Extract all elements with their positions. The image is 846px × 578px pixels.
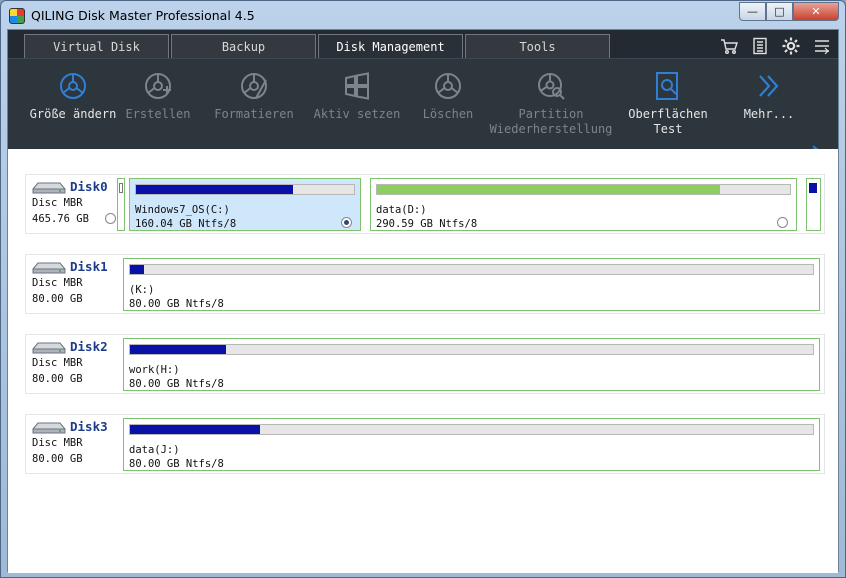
partition-block[interactable]: work(H:) 80.00 GB Ntfs/8 (123, 338, 820, 391)
resize-button[interactable]: Größe ändern (20, 71, 126, 122)
tab-backup[interactable]: Backup (171, 34, 316, 58)
usage-bar (129, 424, 814, 435)
toolbar: Größe ändern Erstellen Formatieren Aktiv… (8, 58, 838, 158)
format-button[interactable]: Formatieren (208, 71, 300, 122)
usage-bar (376, 184, 791, 195)
list-icon[interactable] (750, 36, 770, 56)
app-logo-icon (9, 8, 25, 24)
disk-type: Disc MBR (32, 197, 83, 209)
partition-label: work(H:) (129, 364, 180, 376)
partition-size: 80.00 GB Ntfs/8 (129, 378, 224, 390)
partition-size: 160.04 GB Ntfs/8 (135, 218, 237, 230)
partition-block[interactable]: (K:) 80.00 GB Ntfs/8 (123, 258, 820, 311)
tab-tools[interactable]: Tools (465, 34, 610, 58)
close-button[interactable]: ✕ (793, 2, 839, 21)
disk-type: Disc MBR (32, 277, 83, 289)
usage-bar (129, 264, 814, 275)
disk-capacity: 465.76 GB (32, 213, 89, 225)
windows-active-icon (345, 72, 369, 100)
disk-info[interactable]: Disk0 Disc MBR 465.76 GB (26, 175, 121, 233)
surface-test-button[interactable]: Oberflächen Test (620, 71, 716, 137)
format-icon (241, 73, 267, 99)
disk-select-radio[interactable] (105, 213, 116, 224)
partition-label: Windows7_OS(C:) (135, 204, 230, 216)
disk-map: Disk0 Disc MBR 465.76 GB Windows7_OS(C:) 160… (8, 149, 838, 573)
disk-name: Disk0 (70, 179, 108, 194)
partition-size: 80.00 GB Ntfs/8 (129, 298, 224, 310)
hard-drive-icon (32, 342, 66, 354)
disk-row-disk1[interactable]: Disk1 Disc MBR 80.00 GB (K:) 80.00 GB Ntfs/8 (25, 254, 825, 314)
partition-label: (K:) (129, 284, 155, 296)
window-title: QILING Disk Master Professional 4.5 (31, 8, 255, 23)
maximize-button[interactable]: □ (766, 2, 793, 21)
partition-block[interactable]: data(D:) 290.59 GB Ntfs/8 (370, 178, 797, 231)
cart-icon[interactable] (719, 36, 739, 56)
tab-virtual-disk[interactable]: Virtual Disk (24, 34, 169, 58)
app-window: QILING Disk Master Professional 4.5 — □ … (0, 0, 846, 578)
title-bar[interactable]: QILING Disk Master Professional 4.5 — □ … (1, 1, 845, 31)
hard-drive-icon (32, 422, 66, 434)
partition-recovery-button[interactable]: Partition Wiederherstellung (486, 71, 616, 137)
menu-icon[interactable] (812, 36, 832, 56)
delete-partition-icon (435, 73, 461, 99)
partition-label: data(J:) (129, 444, 180, 456)
create-button[interactable]: Erstellen (120, 71, 196, 122)
disk-capacity: 80.00 GB (32, 293, 83, 305)
usage-bar-fill (136, 185, 293, 194)
resize-icon (60, 73, 86, 99)
hard-drive-icon (32, 262, 66, 274)
small-partition-sliver[interactable] (806, 178, 821, 231)
tab-disk-management[interactable]: Disk Management (318, 34, 463, 59)
disk-info[interactable]: Disk1 Disc MBR 80.00 GB (26, 255, 121, 313)
double-chevron-right-icon (759, 75, 779, 97)
disk-row-disk2[interactable]: Disk2 Disc MBR 80.00 GB work(H:) 80.00 GB Nt… (25, 334, 825, 394)
main-tabs: Virtual Disk Backup Disk Management Tool… (24, 34, 612, 59)
disk-row-disk3[interactable]: Disk3 Disc MBR 80.00 GB data(J:) 80.00 GB Nt… (25, 414, 825, 474)
minimize-button[interactable]: — (739, 2, 766, 21)
disk-capacity: 80.00 GB (32, 453, 83, 465)
unallocated-sliver[interactable] (117, 178, 125, 231)
usage-bar-fill (377, 185, 720, 194)
partition-recovery-icon (538, 73, 565, 100)
disk-name: Disk3 (70, 419, 108, 434)
partition-select-radio[interactable] (341, 217, 352, 228)
hard-drive-icon (32, 182, 66, 194)
disk-row-disk0[interactable]: Disk0 Disc MBR 465.76 GB Windows7_OS(C:) 160… (25, 174, 825, 234)
create-partition-icon (145, 73, 171, 99)
gear-icon[interactable] (781, 36, 801, 56)
unallocated-bar (119, 183, 123, 193)
usage-bar (135, 184, 355, 195)
partition-block[interactable]: data(J:) 80.00 GB Ntfs/8 (123, 418, 820, 471)
small-partition-bar (809, 183, 817, 193)
client-area: Virtual Disk Backup Disk Management Tool… (7, 29, 839, 573)
disk-info[interactable]: Disk2 Disc MBR 80.00 GB (26, 335, 121, 393)
partition-size: 290.59 GB Ntfs/8 (376, 218, 478, 230)
usage-bar-fill (130, 425, 260, 434)
partition-label: data(D:) (376, 204, 427, 216)
disk-info[interactable]: Disk3 Disc MBR 80.00 GB (26, 415, 121, 473)
usage-bar-fill (130, 345, 226, 354)
partition-size: 80.00 GB Ntfs/8 (129, 458, 224, 470)
more-button[interactable]: Mehr... (736, 71, 802, 122)
disk-type: Disc MBR (32, 437, 83, 449)
usage-bar-fill (130, 265, 144, 274)
usage-bar (129, 344, 814, 355)
partition-select-radio[interactable] (777, 217, 788, 228)
disk-capacity: 80.00 GB (32, 373, 83, 385)
set-active-button[interactable]: Aktiv setzen (308, 71, 406, 122)
delete-button[interactable]: Löschen (416, 71, 480, 122)
disk-name: Disk2 (70, 339, 108, 354)
top-bar: Virtual Disk Backup Disk Management Tool… (8, 30, 838, 158)
disk-type: Disc MBR (32, 357, 83, 369)
surface-test-icon (656, 72, 678, 100)
partition-block[interactable]: Windows7_OS(C:) 160.04 GB Ntfs/8 (129, 178, 361, 231)
disk-name: Disk1 (70, 259, 108, 274)
